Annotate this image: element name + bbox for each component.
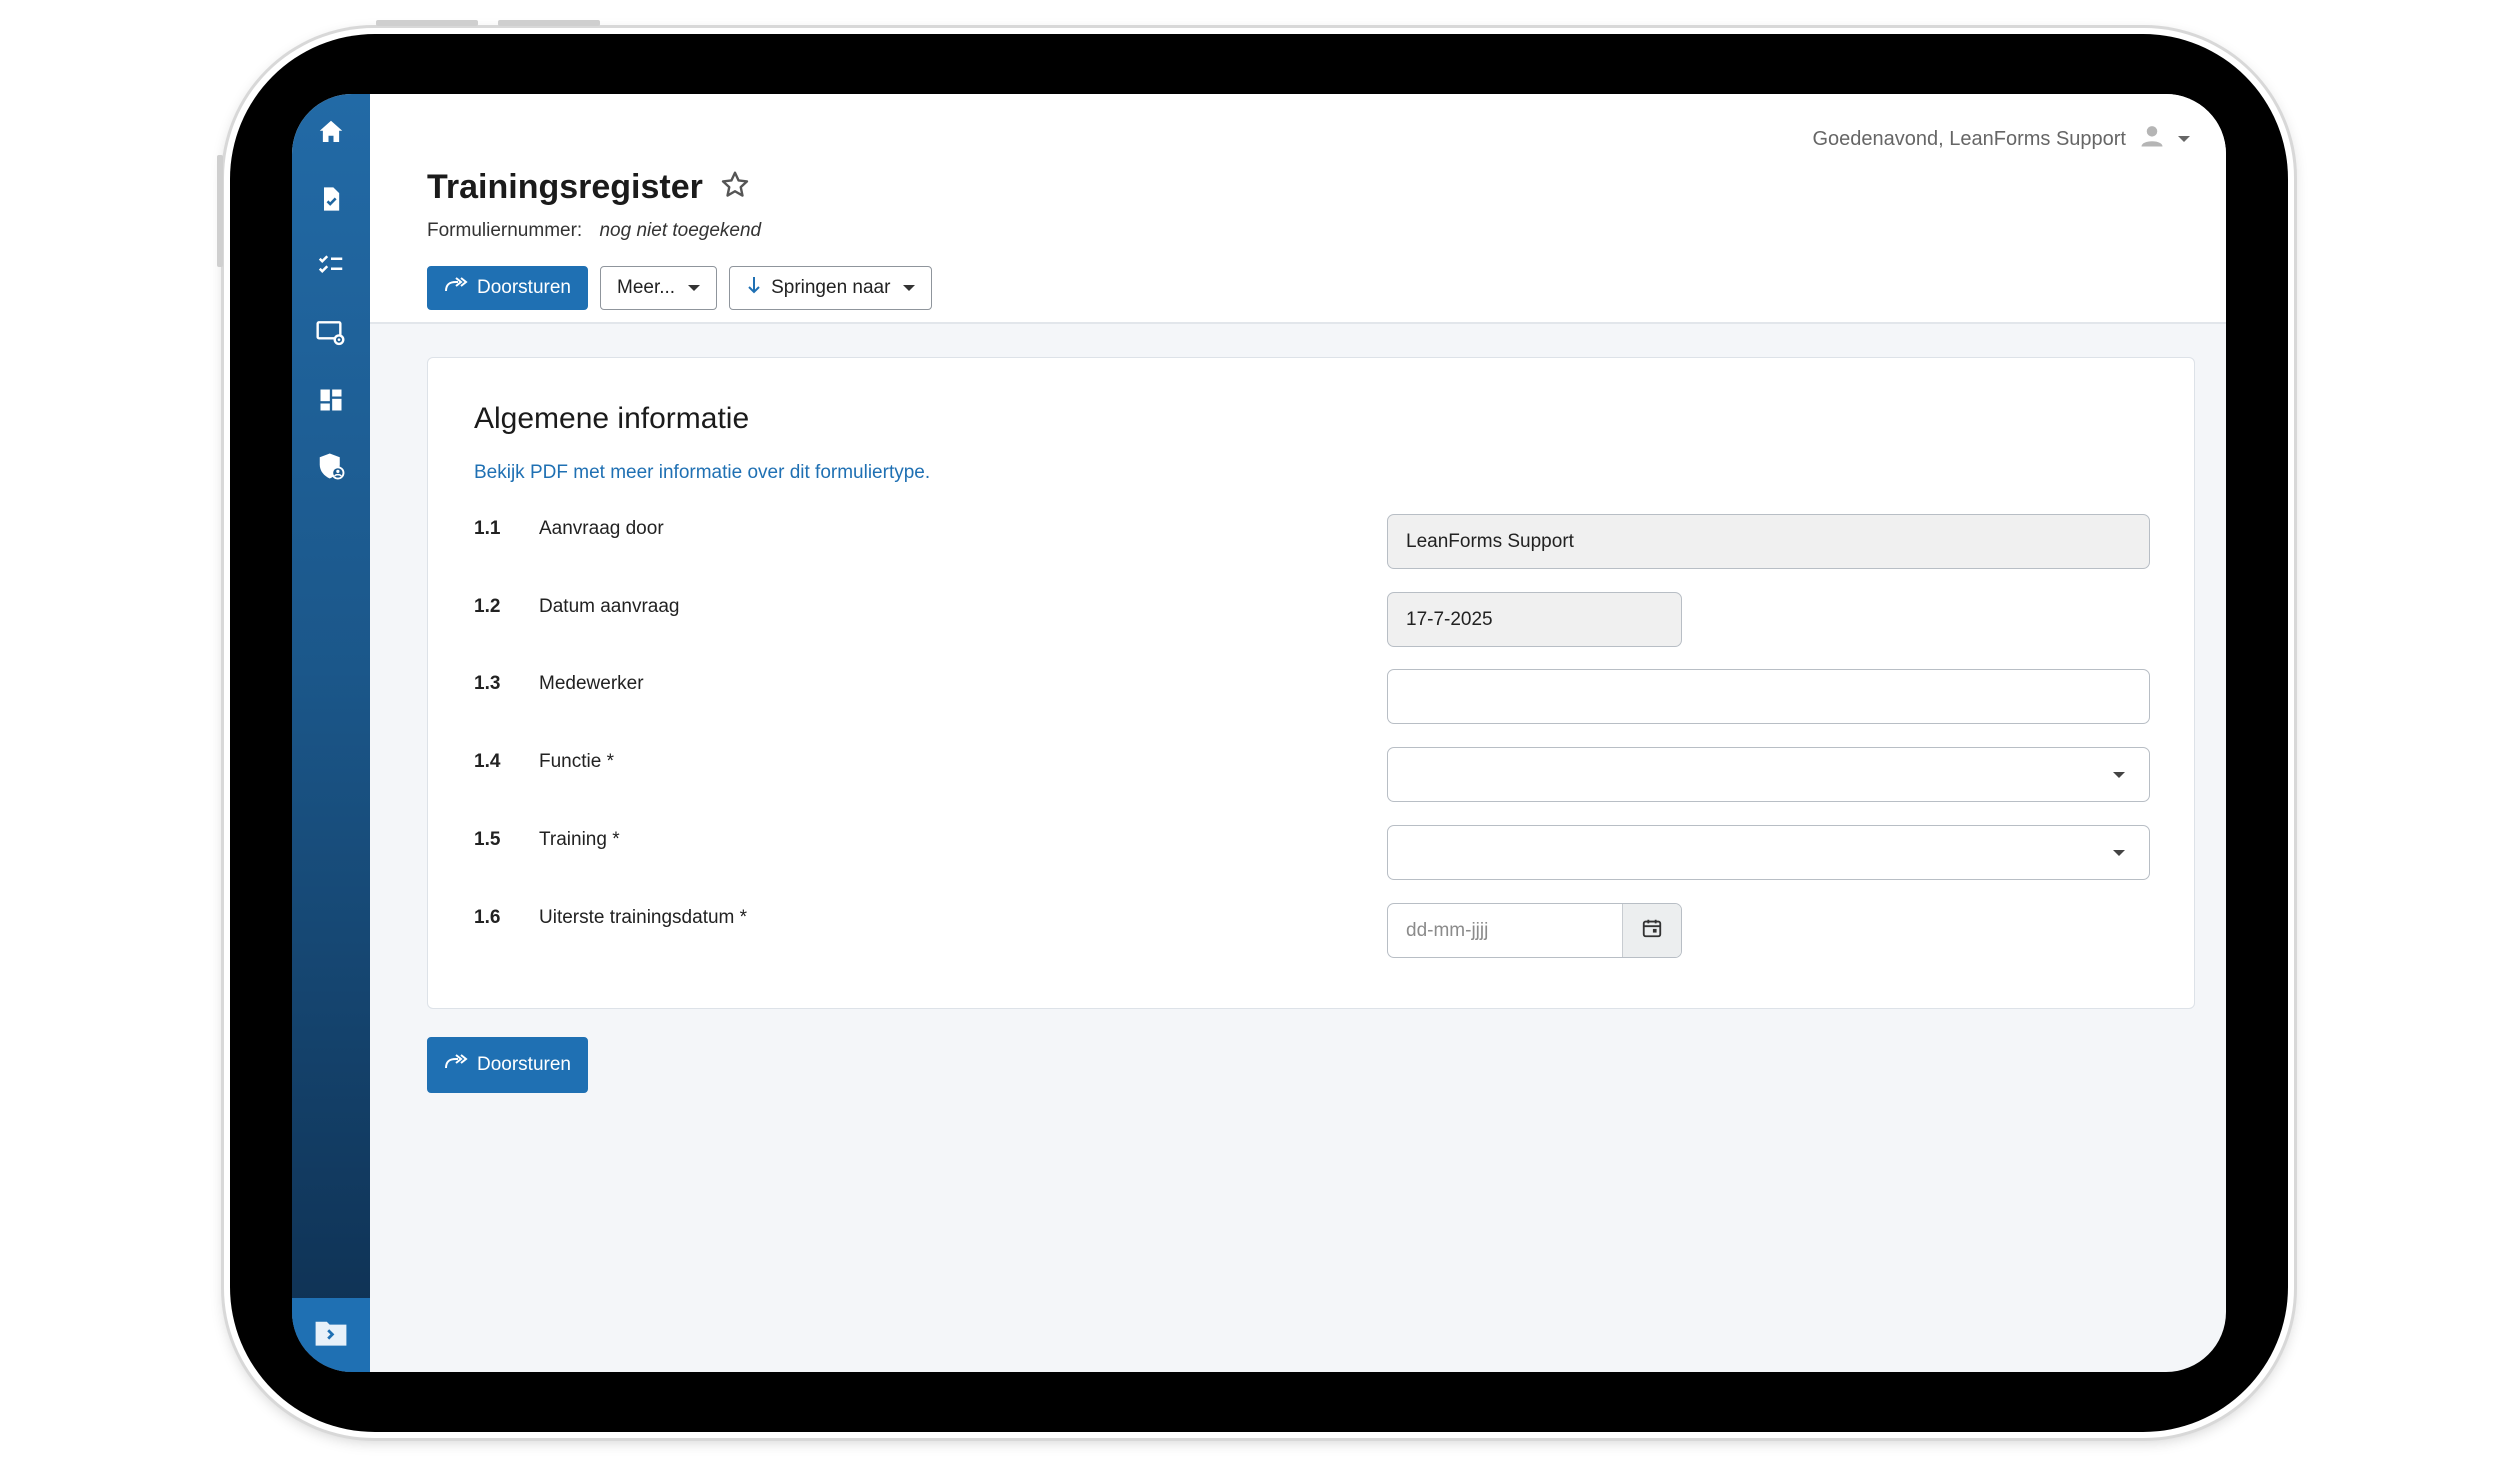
form-row-uiterste-trainingsdatum: 1.6 Uiterste trainingsdatum * dd-mm-jjjj [474,903,2148,959]
field-label: Uiterste trainingsdatum * [539,907,748,928]
expand-sidebar-button[interactable] [292,1298,370,1372]
calendar-icon [1641,917,1663,945]
screen-settings-icon[interactable] [313,315,349,351]
more-dropdown-button[interactable]: Meer... [600,266,718,310]
forward-button-bottom[interactable]: Doorsturen [427,1037,588,1093]
form-row-training: 1.5 Training * [474,825,2150,881]
user-avatar-icon [2138,122,2166,156]
form-row-functie: 1.4 Functie * [474,747,2150,803]
training-select[interactable] [1387,825,2150,880]
sidebar [292,94,370,1372]
field-number: 1.1 [474,518,501,539]
document-check-icon[interactable] [313,181,349,217]
arrow-down-icon [746,275,762,301]
field-label: Medewerker [539,673,644,694]
app-screen: Goedenavond, LeanForms Support Trainings… [292,94,2226,1372]
date-placeholder: dd-mm-jjjj [1406,919,1489,941]
field-label: Aanvraag door [539,518,664,539]
forward-button[interactable]: Doorsturen [427,266,588,310]
chevron-down-icon [688,285,701,291]
field-number: 1.3 [474,673,501,694]
jump-to-dropdown-button[interactable]: Springen naar [729,266,933,310]
favorite-star-icon[interactable] [719,169,751,206]
form-number-value: nog niet toegekend [599,220,762,241]
dashboard-icon[interactable] [313,382,349,418]
hardware-button-top-1 [376,20,478,26]
forward-icon [444,275,468,301]
forward-button-label: Doorsturen [477,277,571,298]
aanvraag-door-field: LeanForms Support [1387,514,2150,569]
toolbar: Doorsturen Meer... Springen naar [427,266,933,310]
shield-user-icon[interactable] [313,448,349,484]
forward-button-label: Doorsturen [477,1054,571,1075]
greeting-text: Goedenavond, LeanForms Support [1812,127,2126,150]
uiterste-trainingsdatum-input[interactable]: dd-mm-jjjj [1387,903,1682,958]
expand-sidebar-icon [314,1319,348,1352]
form-number: Formuliernummer: nog niet toegekend [427,220,761,242]
home-icon[interactable] [313,114,349,150]
section-title: Algemene informatie [474,402,750,435]
form-number-label: Formuliernummer: [427,220,583,241]
chevron-down-icon [903,285,916,291]
field-number: 1.5 [474,829,501,850]
hardware-button-top-2 [498,20,600,26]
forward-icon [444,1052,468,1078]
form-row-medewerker: 1.3 Medewerker [474,669,2150,725]
form-section-card: Algemene informatie Bekijk PDF met meer … [427,357,2195,1009]
form-row-datum-aanvraag: 1.2 Datum aanvraag 17-7-2025 [474,592,2148,648]
field-label: Functie * [539,751,614,772]
hardware-button-side [217,155,223,267]
title-row: Trainingsregister [427,168,751,207]
field-label: Datum aanvraag [539,596,680,617]
tablet-frame: Goedenavond, LeanForms Support Trainings… [230,34,2288,1432]
field-number: 1.4 [474,751,501,772]
chevron-down-icon [2178,136,2190,142]
field-number: 1.2 [474,596,501,617]
checklist-icon[interactable] [313,247,349,283]
more-button-label: Meer... [617,277,676,298]
chevron-down-icon [2113,772,2125,778]
functie-select[interactable] [1387,747,2150,802]
pdf-info-link[interactable]: Bekijk PDF met meer informatie over dit … [474,462,930,484]
calendar-button[interactable] [1622,904,1681,957]
user-menu[interactable]: Goedenavond, LeanForms Support [1812,122,2190,156]
page-title: Trainingsregister [427,168,703,206]
field-label: Training * [539,829,620,850]
chevron-down-icon [2113,850,2125,856]
form-row-aanvraag-door: 1.1 Aanvraag door LeanForms Support [474,514,2150,570]
field-number: 1.6 [474,907,501,928]
main-content: Goedenavond, LeanForms Support Trainings… [370,94,2226,1372]
datum-aanvraag-field: 17-7-2025 [1387,592,1682,647]
medewerker-input[interactable] [1387,669,2150,724]
page-header: Goedenavond, LeanForms Support Trainings… [370,94,2226,324]
jump-button-label: Springen naar [771,277,891,298]
